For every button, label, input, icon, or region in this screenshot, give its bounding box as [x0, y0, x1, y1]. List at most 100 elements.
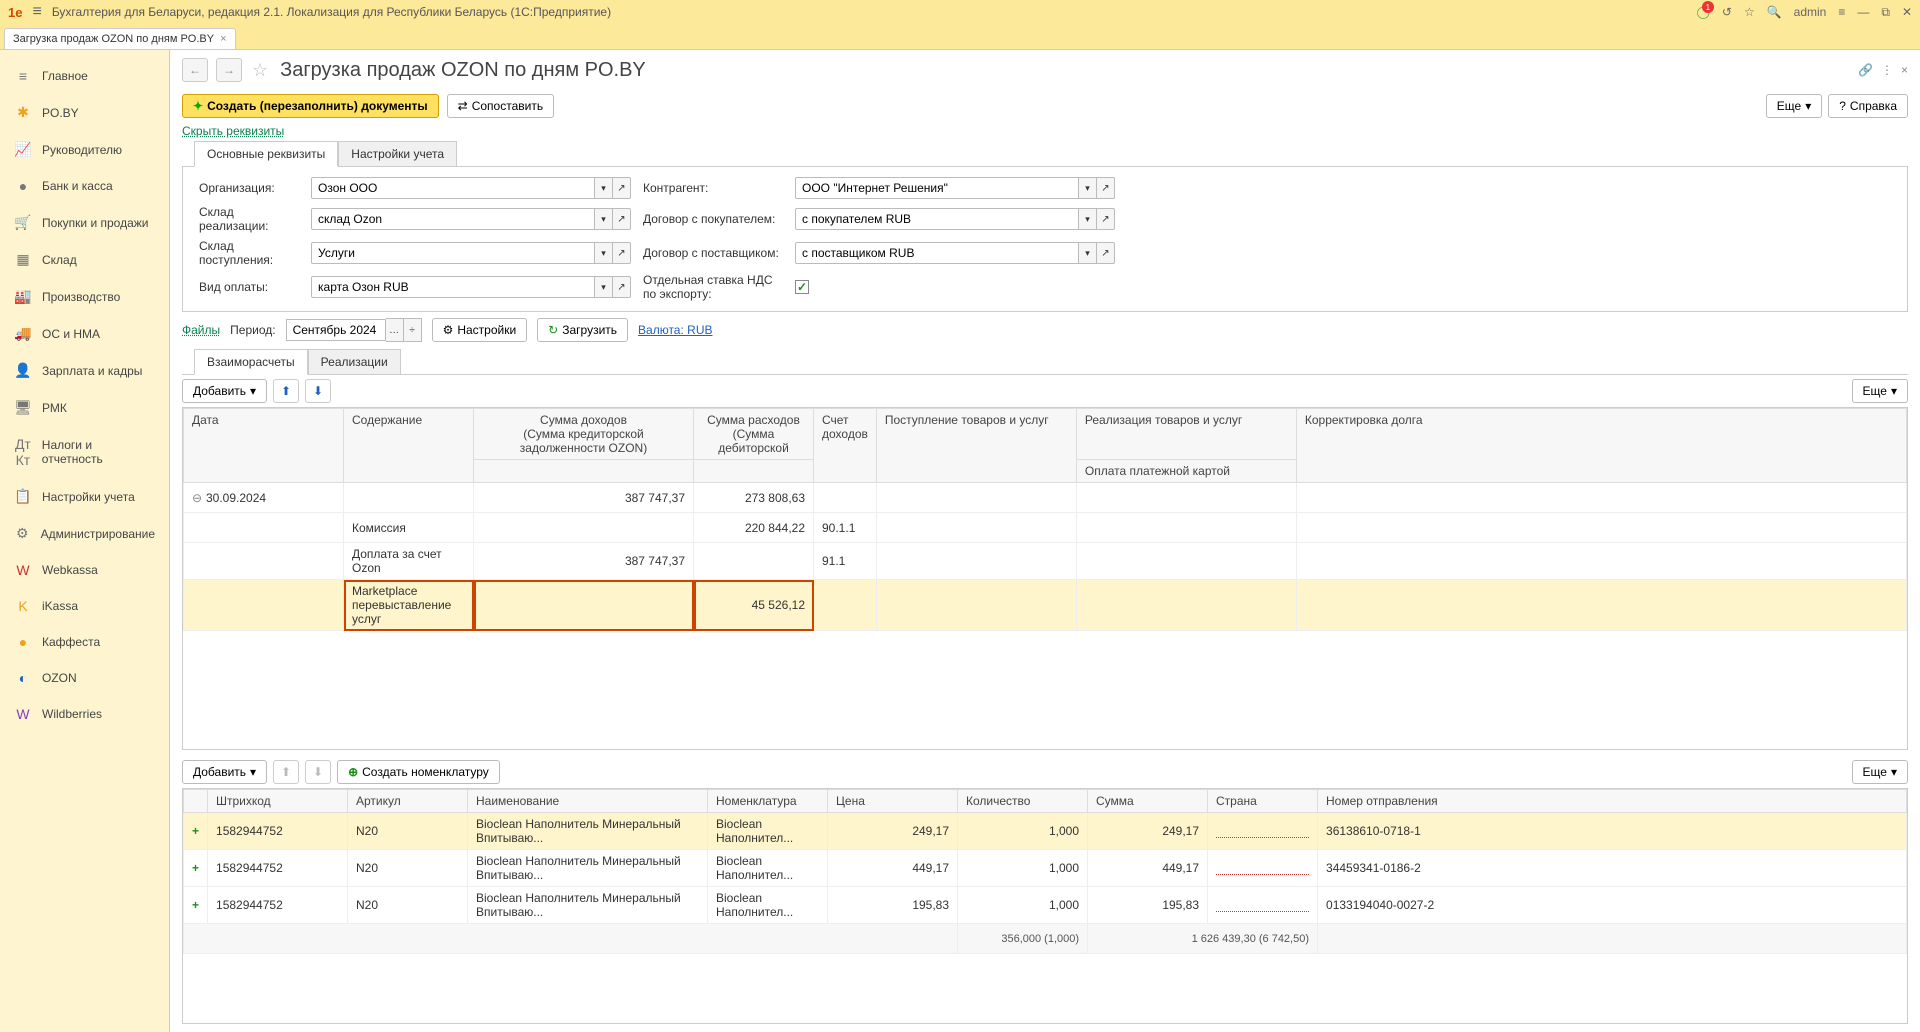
table-row[interactable]: + 1582944752 N20 Bioclean Наполнитель Ми… — [184, 887, 1907, 924]
sidebar-item-13[interactable]: WWebkassa — [0, 552, 169, 588]
sidebar-item-10[interactable]: Дт КтНалоги и отчетность — [0, 426, 169, 478]
sidebar-item-15[interactable]: ●Каффеста — [0, 624, 169, 660]
contragent-input[interactable]: ▾↗ — [795, 177, 1115, 199]
country-empty-field[interactable] — [1216, 861, 1309, 875]
dropdown-icon[interactable]: ▾ — [595, 242, 613, 264]
sidebar-item-0[interactable]: ≡Главное — [0, 58, 169, 94]
more-button[interactable]: Еще ▾ — [1766, 94, 1822, 118]
currency-link[interactable]: Валюта: RUB — [638, 323, 712, 337]
sidebar-item-3[interactable]: ●Банк и касса — [0, 168, 169, 204]
page-close-icon[interactable]: × — [1901, 63, 1908, 77]
sidebar-item-1[interactable]: ✱PO.BY — [0, 94, 169, 131]
sklad-post-input[interactable]: ▾↗ — [311, 242, 631, 264]
expand-icon[interactable]: + — [192, 824, 199, 838]
table-row[interactable]: + 1582944752 N20 Bioclean Наполнитель Ми… — [184, 850, 1907, 887]
sidebar-item-14[interactable]: KiKassa — [0, 588, 169, 624]
table-row[interactable]: ⊖30.09.2024 387 747,37 273 808,63 — [184, 483, 1907, 513]
items-table[interactable]: Штрихкод Артикул Наименование Номенклату… — [182, 788, 1908, 1024]
open-ref-icon[interactable]: ↗ — [1097, 177, 1115, 199]
dropdown-icon[interactable]: ▾ — [595, 208, 613, 230]
country-empty-field[interactable] — [1216, 898, 1309, 912]
dropdown-icon[interactable]: ▾ — [1079, 242, 1097, 264]
more-button[interactable]: Еще ▾ — [1852, 379, 1908, 403]
dropdown-icon[interactable]: ▾ — [1079, 177, 1097, 199]
open-ref-icon[interactable]: ↗ — [613, 276, 631, 298]
close-icon[interactable]: ✕ — [1902, 5, 1912, 19]
sidebar-item-5[interactable]: ▦Склад — [0, 241, 169, 278]
favorite-icon[interactable]: ☆ — [1744, 5, 1755, 19]
files-link[interactable]: Файлы — [182, 323, 220, 337]
document-tab[interactable]: Загрузка продаж OZON по дням PO.BY × — [4, 28, 236, 49]
search-icon[interactable]: 🔍 — [1767, 5, 1782, 19]
org-input[interactable]: ▾↗ — [311, 177, 631, 199]
sidebar-item-2[interactable]: 📈Руководителю — [0, 131, 169, 168]
open-ref-icon[interactable]: ↗ — [613, 177, 631, 199]
sidebar-item-7[interactable]: 🚚ОС и НМА — [0, 315, 169, 352]
menu-burger-icon[interactable]: ≡ — [32, 3, 41, 21]
compare-icon: ⇄ — [458, 99, 468, 113]
nds-checkbox[interactable]: ✓ — [795, 280, 809, 294]
link-icon[interactable]: 🔗 — [1858, 63, 1873, 77]
dog-pok-input[interactable]: ▾↗ — [795, 208, 1115, 230]
create-nomenclature-button[interactable]: ⊕ Создать номенклатуру — [337, 760, 500, 784]
tree-collapse-icon[interactable]: ⊖ — [192, 491, 202, 505]
history-icon[interactable]: ↺ — [1722, 5, 1732, 19]
tab-accounting-settings[interactable]: Настройки учета — [338, 141, 457, 167]
settings-button[interactable]: ⚙Настройки — [432, 318, 528, 342]
period-spinner-icon[interactable]: ÷ — [404, 318, 422, 342]
nav-forward-button[interactable]: → — [216, 58, 242, 82]
more-button[interactable]: Еще ▾ — [1852, 760, 1908, 784]
restore-icon[interactable]: ⧉ — [1881, 5, 1890, 20]
dropdown-icon[interactable]: ▾ — [1079, 208, 1097, 230]
country-empty-field[interactable] — [1216, 824, 1309, 838]
tab-settlements[interactable]: Взаиморасчеты — [194, 349, 308, 375]
move-up-button[interactable]: ⬆ — [273, 379, 299, 403]
tab-close-icon[interactable]: × — [220, 33, 226, 45]
user-name[interactable]: admin — [1794, 5, 1827, 19]
sidebar-item-6[interactable]: 🏭Производство — [0, 278, 169, 315]
hide-requisites-link[interactable]: Скрыть реквизиты — [170, 122, 1920, 140]
open-ref-icon[interactable]: ↗ — [1097, 242, 1115, 264]
dog-post-input[interactable]: ▾↗ — [795, 242, 1115, 264]
expand-icon[interactable]: + — [192, 898, 199, 912]
dropdown-icon[interactable]: ▾ — [595, 276, 613, 298]
tab-main-requisites[interactable]: Основные реквизиты — [194, 141, 338, 167]
settings-icon[interactable]: ≡ — [1838, 5, 1845, 19]
expand-icon[interactable]: + — [192, 861, 199, 875]
move-up-button[interactable]: ⬆ — [273, 760, 299, 784]
table-row[interactable]: Доплата за счет Ozon 387 747,37 91.1 — [184, 543, 1907, 580]
period-ellipsis-icon[interactable]: … — [386, 318, 404, 342]
add-button[interactable]: Добавить ▾ — [182, 760, 267, 784]
help-button[interactable]: ? Справка — [1828, 94, 1908, 118]
move-down-button[interactable]: ⬇ — [305, 760, 331, 784]
sklad-real-input[interactable]: ▾↗ — [311, 208, 631, 230]
tab-realizations[interactable]: Реализации — [308, 349, 401, 375]
sidebar-item-17[interactable]: WWildberries — [0, 696, 169, 732]
open-ref-icon[interactable]: ↗ — [613, 208, 631, 230]
vid-oplaty-input[interactable]: ▾↗ — [311, 276, 631, 298]
sidebar-item-9[interactable]: 🖥РМК — [0, 389, 169, 426]
compare-button[interactable]: ⇄Сопоставить — [447, 94, 554, 118]
table-row[interactable]: + 1582944752 N20 Bioclean Наполнитель Ми… — [184, 813, 1907, 850]
sidebar-item-11[interactable]: 📋Настройки учета — [0, 478, 169, 515]
kebab-icon[interactable]: ⋮ — [1881, 63, 1893, 77]
period-input[interactable]: … ÷ — [286, 318, 422, 342]
sidebar-item-16[interactable]: ◐OZON — [0, 660, 169, 696]
move-down-button[interactable]: ⬇ — [305, 379, 331, 403]
minimize-icon[interactable]: — — [1857, 5, 1869, 19]
nav-back-button[interactable]: ← — [182, 58, 208, 82]
favorite-star-icon[interactable]: ☆ — [252, 60, 268, 81]
create-documents-button[interactable]: ✦Создать (перезаполнить) документы — [182, 94, 439, 118]
open-ref-icon[interactable]: ↗ — [1097, 208, 1115, 230]
table-row[interactable]: Комиссия 220 844,22 90.1.1 — [184, 513, 1907, 543]
sidebar-item-8[interactable]: 👤Зарплата и кадры — [0, 352, 169, 389]
settlements-table[interactable]: Дата Содержание Сумма доходов(Сумма кред… — [182, 407, 1908, 750]
notification-bell-icon[interactable]: ◯1 — [1696, 5, 1709, 19]
open-ref-icon[interactable]: ↗ — [613, 242, 631, 264]
sidebar-item-4[interactable]: 🛒Покупки и продажи — [0, 204, 169, 241]
add-button[interactable]: Добавить ▾ — [182, 379, 267, 403]
load-button[interactable]: ↻Загрузить — [537, 318, 628, 342]
table-row[interactable]: Marketplace перевыставление услуг 45 526… — [184, 580, 1907, 631]
dropdown-icon[interactable]: ▾ — [595, 177, 613, 199]
sidebar-item-12[interactable]: ⚙Администрирование — [0, 515, 169, 552]
